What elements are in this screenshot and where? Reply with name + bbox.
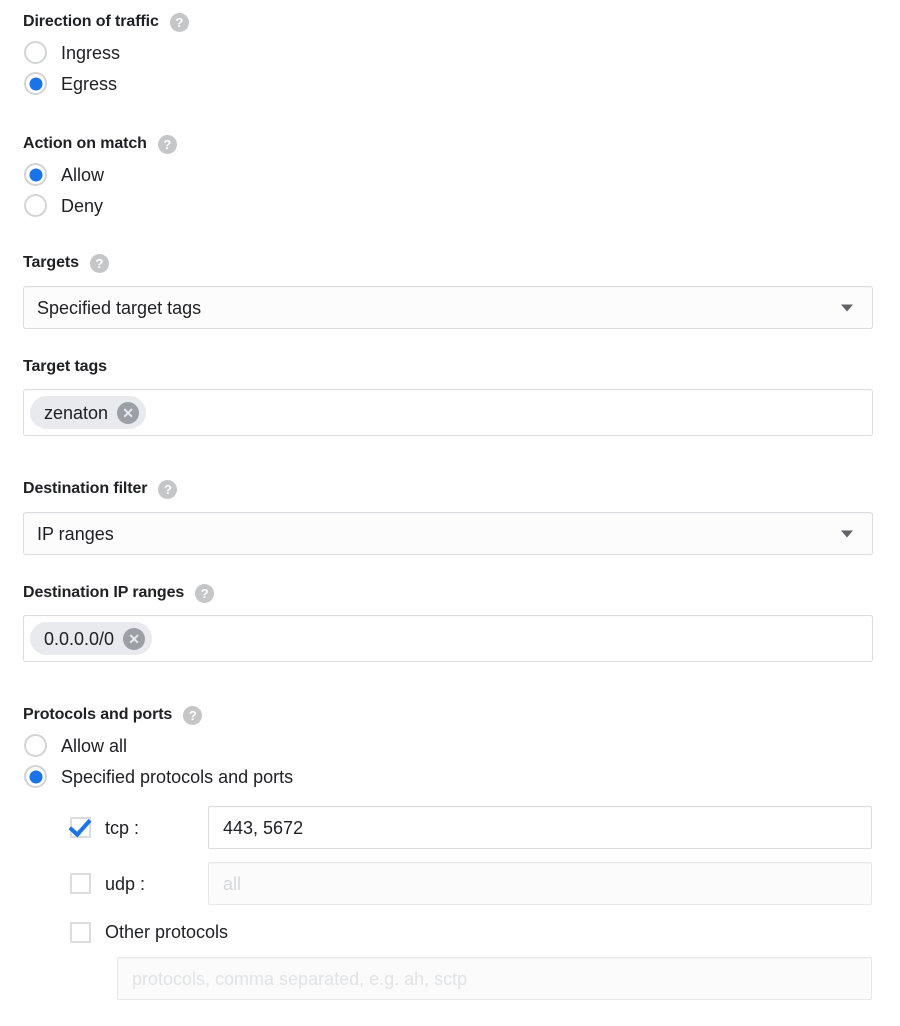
- checkbox-label-tcp: tcp :: [105, 817, 140, 838]
- checkbox-other-protocols[interactable]: [70, 921, 91, 943]
- radio-row-allow-all[interactable]: Allow all: [23, 730, 873, 761]
- checkbox-udp[interactable]: [70, 873, 91, 894]
- label-destination-ip-ranges: Destination IP ranges ?: [23, 583, 873, 603]
- other-protocols-input-wrap: protocols, comma separated, e.g. ah, sct…: [117, 957, 872, 1000]
- checkbox-label-other-protocols: Other protocols: [105, 922, 229, 942]
- input-tcp-ports-value: 443, 5672: [223, 817, 304, 838]
- section-protocols-and-ports: Protocols and ports ? Allow all Specifie…: [0, 705, 900, 792]
- input-other-protocols-placeholder: protocols, comma separated, e.g. ah, sct…: [132, 968, 468, 989]
- section-target-tags: Target tags zenaton ✕: [0, 357, 900, 436]
- help-icon[interactable]: ?: [158, 479, 178, 499]
- input-udp-ports[interactable]: all: [208, 862, 872, 905]
- radio-label-ingress: Ingress: [61, 42, 121, 63]
- label-protocols-and-ports: Protocols and ports ?: [23, 705, 873, 725]
- select-targets[interactable]: Specified target tags: [23, 286, 873, 329]
- radio-deny[interactable]: [24, 194, 47, 217]
- section-direction-of-traffic: Direction of traffic ? Ingress Egress: [0, 12, 900, 99]
- select-destination-filter[interactable]: IP ranges: [23, 512, 873, 555]
- radio-row-ingress[interactable]: Ingress: [23, 37, 873, 68]
- select-destination-filter-value: IP ranges: [37, 523, 114, 544]
- section-targets: Targets ? Specified target tags: [0, 253, 900, 329]
- radio-row-deny[interactable]: Deny: [23, 190, 873, 221]
- section-label-text: Direction of traffic: [23, 13, 159, 30]
- chip-target-tag: zenaton ✕: [30, 396, 147, 429]
- section-label-text: Action on match: [23, 135, 147, 152]
- radio-row-allow[interactable]: Allow: [23, 159, 873, 190]
- close-circle-icon[interactable]: ✕: [117, 401, 140, 424]
- close-circle-icon[interactable]: ✕: [123, 627, 146, 650]
- section-label-text: Destination IP ranges: [23, 584, 185, 601]
- input-udp-ports-placeholder: all: [223, 873, 242, 894]
- chevron-down-icon[interactable]: [841, 530, 853, 537]
- help-icon[interactable]: ?: [157, 134, 177, 154]
- label-target-tags: Target tags: [23, 357, 873, 377]
- section-label-text: Target tags: [23, 358, 107, 375]
- target-tags-input[interactable]: zenaton ✕: [23, 389, 873, 436]
- protocol-row-udp: udp : all: [70, 862, 872, 905]
- radio-label-allow-all: Allow all: [61, 735, 128, 756]
- radio-allow-all[interactable]: [24, 734, 47, 757]
- help-icon[interactable]: ?: [169, 12, 189, 32]
- radio-label-allow: Allow: [61, 164, 105, 185]
- radio-allow[interactable]: [24, 163, 47, 186]
- chevron-down-icon[interactable]: [841, 304, 853, 311]
- help-icon[interactable]: ?: [89, 253, 109, 273]
- section-destination-filter: Destination filter ? IP ranges: [0, 479, 900, 555]
- radio-row-specified-protocols[interactable]: Specified protocols and ports: [23, 761, 873, 792]
- label-action-on-match: Action on match ?: [23, 134, 873, 154]
- chip-label: zenaton: [44, 402, 109, 423]
- radio-egress[interactable]: [24, 72, 47, 95]
- help-icon[interactable]: ?: [195, 583, 215, 603]
- section-label-text: Destination filter: [23, 480, 148, 497]
- select-targets-value: Specified target tags: [37, 297, 202, 318]
- radio-label-specified-protocols: Specified protocols and ports: [61, 766, 294, 787]
- label-targets: Targets ?: [23, 253, 873, 273]
- label-direction-of-traffic: Direction of traffic ?: [23, 12, 873, 32]
- label-destination-filter: Destination filter ?: [23, 479, 873, 499]
- firewall-rule-form: Direction of traffic ? Ingress Egress Ac…: [0, 0, 900, 1026]
- radio-row-egress[interactable]: Egress: [23, 68, 873, 99]
- radio-specified-protocols[interactable]: [24, 765, 47, 788]
- section-label-text: Targets: [23, 254, 79, 271]
- checkbox-tcp[interactable]: [70, 817, 91, 838]
- section-label-text: Protocols and ports: [23, 706, 173, 723]
- protocol-row-other: Other protocols: [70, 920, 872, 944]
- radio-ingress[interactable]: [24, 41, 47, 64]
- chip-label: 0.0.0.0/0: [44, 628, 115, 649]
- help-icon[interactable]: ?: [183, 705, 203, 725]
- section-action-on-match: Action on match ? Allow Deny: [0, 134, 900, 221]
- chip-destination-ip-range: 0.0.0.0/0 ✕: [30, 622, 153, 655]
- checkbox-label-udp: udp :: [105, 873, 146, 894]
- radio-label-egress: Egress: [61, 73, 118, 94]
- input-other-protocols[interactable]: protocols, comma separated, e.g. ah, sct…: [117, 957, 872, 1000]
- input-tcp-ports[interactable]: 443, 5672: [208, 806, 872, 849]
- protocol-row-tcp: tcp : 443, 5672: [70, 806, 872, 849]
- destination-ip-ranges-input[interactable]: 0.0.0.0/0 ✕: [23, 615, 873, 662]
- radio-label-deny: Deny: [61, 195, 104, 216]
- section-destination-ip-ranges: Destination IP ranges ? 0.0.0.0/0 ✕: [0, 583, 900, 662]
